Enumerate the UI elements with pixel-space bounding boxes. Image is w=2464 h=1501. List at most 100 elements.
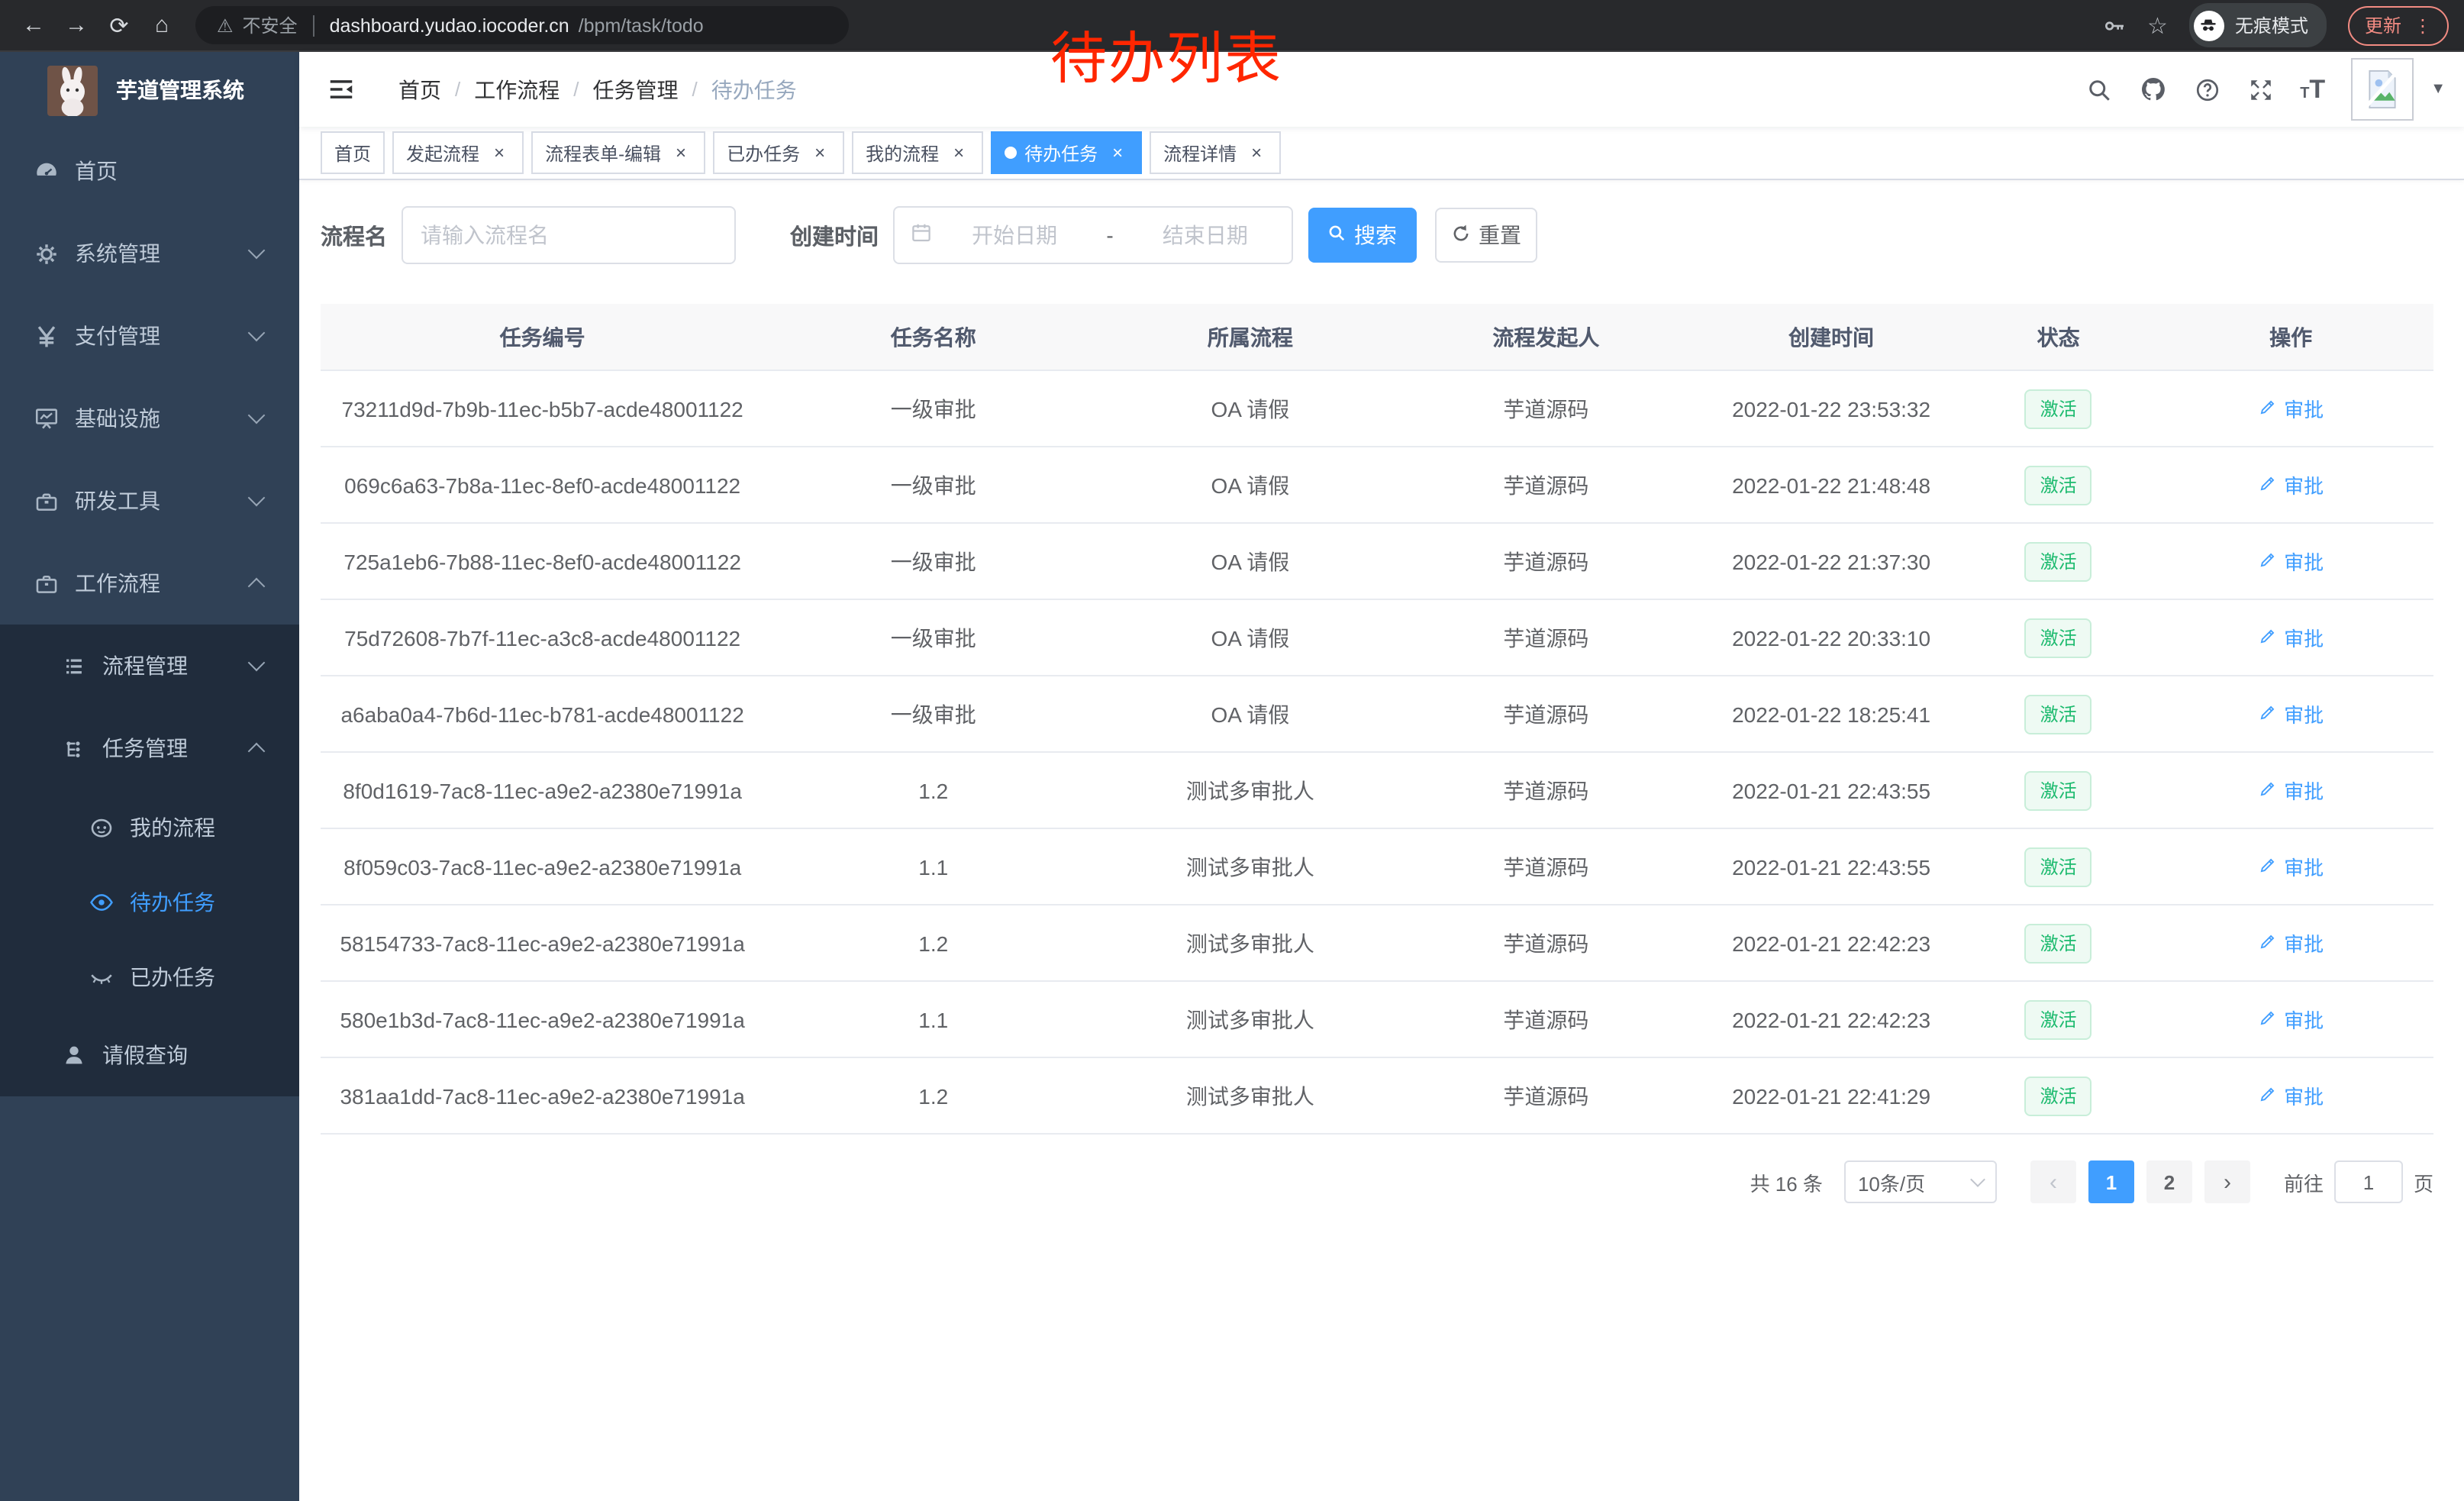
tab-5[interactable]: 待办任务 × <box>991 131 1142 174</box>
search-icon[interactable] <box>2085 76 2112 103</box>
close-icon[interactable]: × <box>1246 142 1267 163</box>
bookmark-star-icon[interactable]: ☆ <box>2147 11 2168 39</box>
browser-home-icon[interactable]: ⌂ <box>144 7 180 44</box>
user-icon <box>61 1042 87 1068</box>
update-button[interactable]: 更新 ⋮ <box>2348 5 2449 45</box>
close-icon[interactable]: × <box>670 142 692 163</box>
tab-1[interactable]: 发起流程 × <box>392 131 524 174</box>
browser-forward-icon[interactable]: → <box>58 7 95 44</box>
browser-menu-dots-icon[interactable]: ⋮ <box>2414 15 2432 36</box>
help-icon[interactable] <box>2193 76 2221 103</box>
font-size-icon[interactable]: TT <box>2300 76 2325 102</box>
tab-0[interactable]: 首页 <box>321 131 385 174</box>
browser-back-icon[interactable]: ← <box>15 7 52 44</box>
sidebar-item-11[interactable]: 请假查询 <box>0 1014 299 1096</box>
column-header-3: 流程发起人 <box>1398 304 1695 370</box>
address-bar[interactable]: ⚠ 不安全 dashboard.yudao.iocoder.cn/bpm/tas… <box>195 6 849 44</box>
cell-status: 激活 <box>1969 752 2148 828</box>
reset-button[interactable]: 重置 <box>1434 208 1537 263</box>
cell-task-id: 580e1b3d-7ac8-11ec-a9e2-a2380e71991a <box>321 981 764 1057</box>
column-header-0: 任务编号 <box>321 304 764 370</box>
browser-reload-icon[interactable]: ⟳ <box>101 7 137 44</box>
page-size-select[interactable]: 10条/页 <box>1844 1160 1997 1203</box>
process-name-input[interactable]: 请输入流程名 <box>401 206 735 264</box>
sidebar-item-10[interactable]: 已办任务 <box>0 939 299 1014</box>
breadcrumb-item-1[interactable]: 工作流程 <box>474 74 560 105</box>
cell-task-name: 1.1 <box>764 981 1102 1057</box>
approve-link[interactable]: 审批 <box>2258 776 2324 805</box>
sidebar-item-7[interactable]: 任务管理 <box>0 707 299 789</box>
table-row: 069c6a63-7b8a-11ec-8ef0-acde48001122 一级审… <box>321 447 2433 523</box>
tab-2[interactable]: 流程表单-编辑 × <box>531 131 705 174</box>
page-content: 流程名 请输入流程名 创建时间 开始日期 - 结束日期 搜索 <box>299 180 2464 1501</box>
approve-link[interactable]: 审批 <box>2258 699 2324 728</box>
active-dot-icon <box>1005 147 1017 159</box>
yen-icon <box>34 323 60 349</box>
screenshot-stage: ← → ⟳ ⌂ ⚠ 不安全 dashboard.yudao.iocoder.cn… <box>0 0 2464 1501</box>
github-icon[interactable] <box>2138 75 2167 104</box>
column-header-1: 任务名称 <box>764 304 1102 370</box>
sidebar-item-5[interactable]: 工作流程 <box>0 542 299 625</box>
next-page-button[interactable]: › <box>2204 1160 2250 1203</box>
approve-link[interactable]: 审批 <box>2258 1005 2324 1034</box>
close-icon[interactable]: × <box>809 142 830 163</box>
approve-link[interactable]: 审批 <box>2258 852 2324 881</box>
cell-status: 激活 <box>1969 370 2148 447</box>
logo-row[interactable]: 芋道管理系统 <box>0 52 299 128</box>
sidebar-item-2[interactable]: 支付管理 <box>0 295 299 377</box>
breadcrumb-item-0[interactable]: 首页 <box>398 74 441 105</box>
sidebar-item-9[interactable]: 待办任务 <box>0 864 299 939</box>
close-icon[interactable]: × <box>489 142 510 163</box>
avatar-caret-icon[interactable]: ▼ <box>2430 81 2446 98</box>
cell-task-name: 一级审批 <box>764 676 1102 752</box>
table-row: 75d72608-7b7f-11ec-a3c8-acde48001122 一级审… <box>321 599 2433 676</box>
pagination: 共 16 条 10条/页 ‹ 12 › 前往 1 页 <box>321 1160 2433 1203</box>
sidebar-item-4[interactable]: 研发工具 <box>0 460 299 542</box>
page-button-2[interactable]: 2 <box>2146 1160 2192 1203</box>
cell-task-id: 725a1eb6-7b88-11ec-8ef0-acde48001122 <box>321 523 764 599</box>
tab-6[interactable]: 流程详情 × <box>1150 131 1281 174</box>
cell-task-id: 8f0d1619-7ac8-11ec-a9e2-a2380e71991a <box>321 752 764 828</box>
close-icon[interactable]: × <box>1107 142 1128 163</box>
pencil-icon <box>2258 702 2278 726</box>
date-range-input[interactable]: 开始日期 - 结束日期 <box>892 206 1292 264</box>
sidebar-item-1[interactable]: 系统管理 <box>0 212 299 295</box>
tab-4[interactable]: 我的流程 × <box>852 131 983 174</box>
cell-task-id: 75d72608-7b7f-11ec-a3c8-acde48001122 <box>321 599 764 676</box>
sidebar-item-6[interactable]: 流程管理 <box>0 625 299 707</box>
approve-link[interactable]: 审批 <box>2258 470 2324 499</box>
cell-create-time: 2022-01-22 20:33:10 <box>1694 599 1969 676</box>
cell-action: 审批 <box>2148 523 2433 599</box>
sidebar-item-8[interactable]: 我的流程 <box>0 789 299 864</box>
password-key-icon[interactable] <box>2101 13 2126 37</box>
incognito-badge: 无痕模式 <box>2189 3 2327 47</box>
approve-link[interactable]: 审批 <box>2258 547 2324 576</box>
sidebar-item-0[interactable]: 首页 <box>0 130 299 212</box>
sidebar-collapse-icon[interactable] <box>311 75 371 104</box>
page-button-1[interactable]: 1 <box>2088 1160 2134 1203</box>
cell-task-id: a6aba0a4-7b6d-11ec-b781-acde48001122 <box>321 676 764 752</box>
approve-link[interactable]: 审批 <box>2258 928 2324 957</box>
breadcrumb: 首页/工作流程/任务管理/待办任务 <box>398 74 797 105</box>
tab-3[interactable]: 已办任务 × <box>713 131 844 174</box>
approve-link[interactable]: 审批 <box>2258 623 2324 652</box>
pencil-icon <box>2258 625 2278 650</box>
prev-page-button[interactable]: ‹ <box>2030 1160 2076 1203</box>
sidebar-item-3[interactable]: 基础设施 <box>0 377 299 460</box>
status-badge: 激活 <box>2025 465 2092 505</box>
column-header-2: 所属流程 <box>1102 304 1398 370</box>
logo-avatar <box>47 65 98 115</box>
breadcrumb-item-2[interactable]: 任务管理 <box>593 74 679 105</box>
pencil-icon <box>2258 931 2278 955</box>
cell-task-name: 1.2 <box>764 905 1102 981</box>
cell-task-name: 一级审批 <box>764 523 1102 599</box>
fullscreen-icon[interactable] <box>2246 76 2274 103</box>
goto-page-input[interactable]: 1 <box>2334 1160 2403 1203</box>
approve-link[interactable]: 审批 <box>2258 394 2324 423</box>
approve-link[interactable]: 审批 <box>2258 1081 2324 1110</box>
table-row: a6aba0a4-7b6d-11ec-b781-acde48001122 一级审… <box>321 676 2433 752</box>
close-icon[interactable]: × <box>948 142 969 163</box>
avatar[interactable] <box>2351 58 2414 121</box>
search-button[interactable]: 搜索 <box>1308 208 1416 263</box>
search-button-label: 搜索 <box>1354 220 1397 250</box>
